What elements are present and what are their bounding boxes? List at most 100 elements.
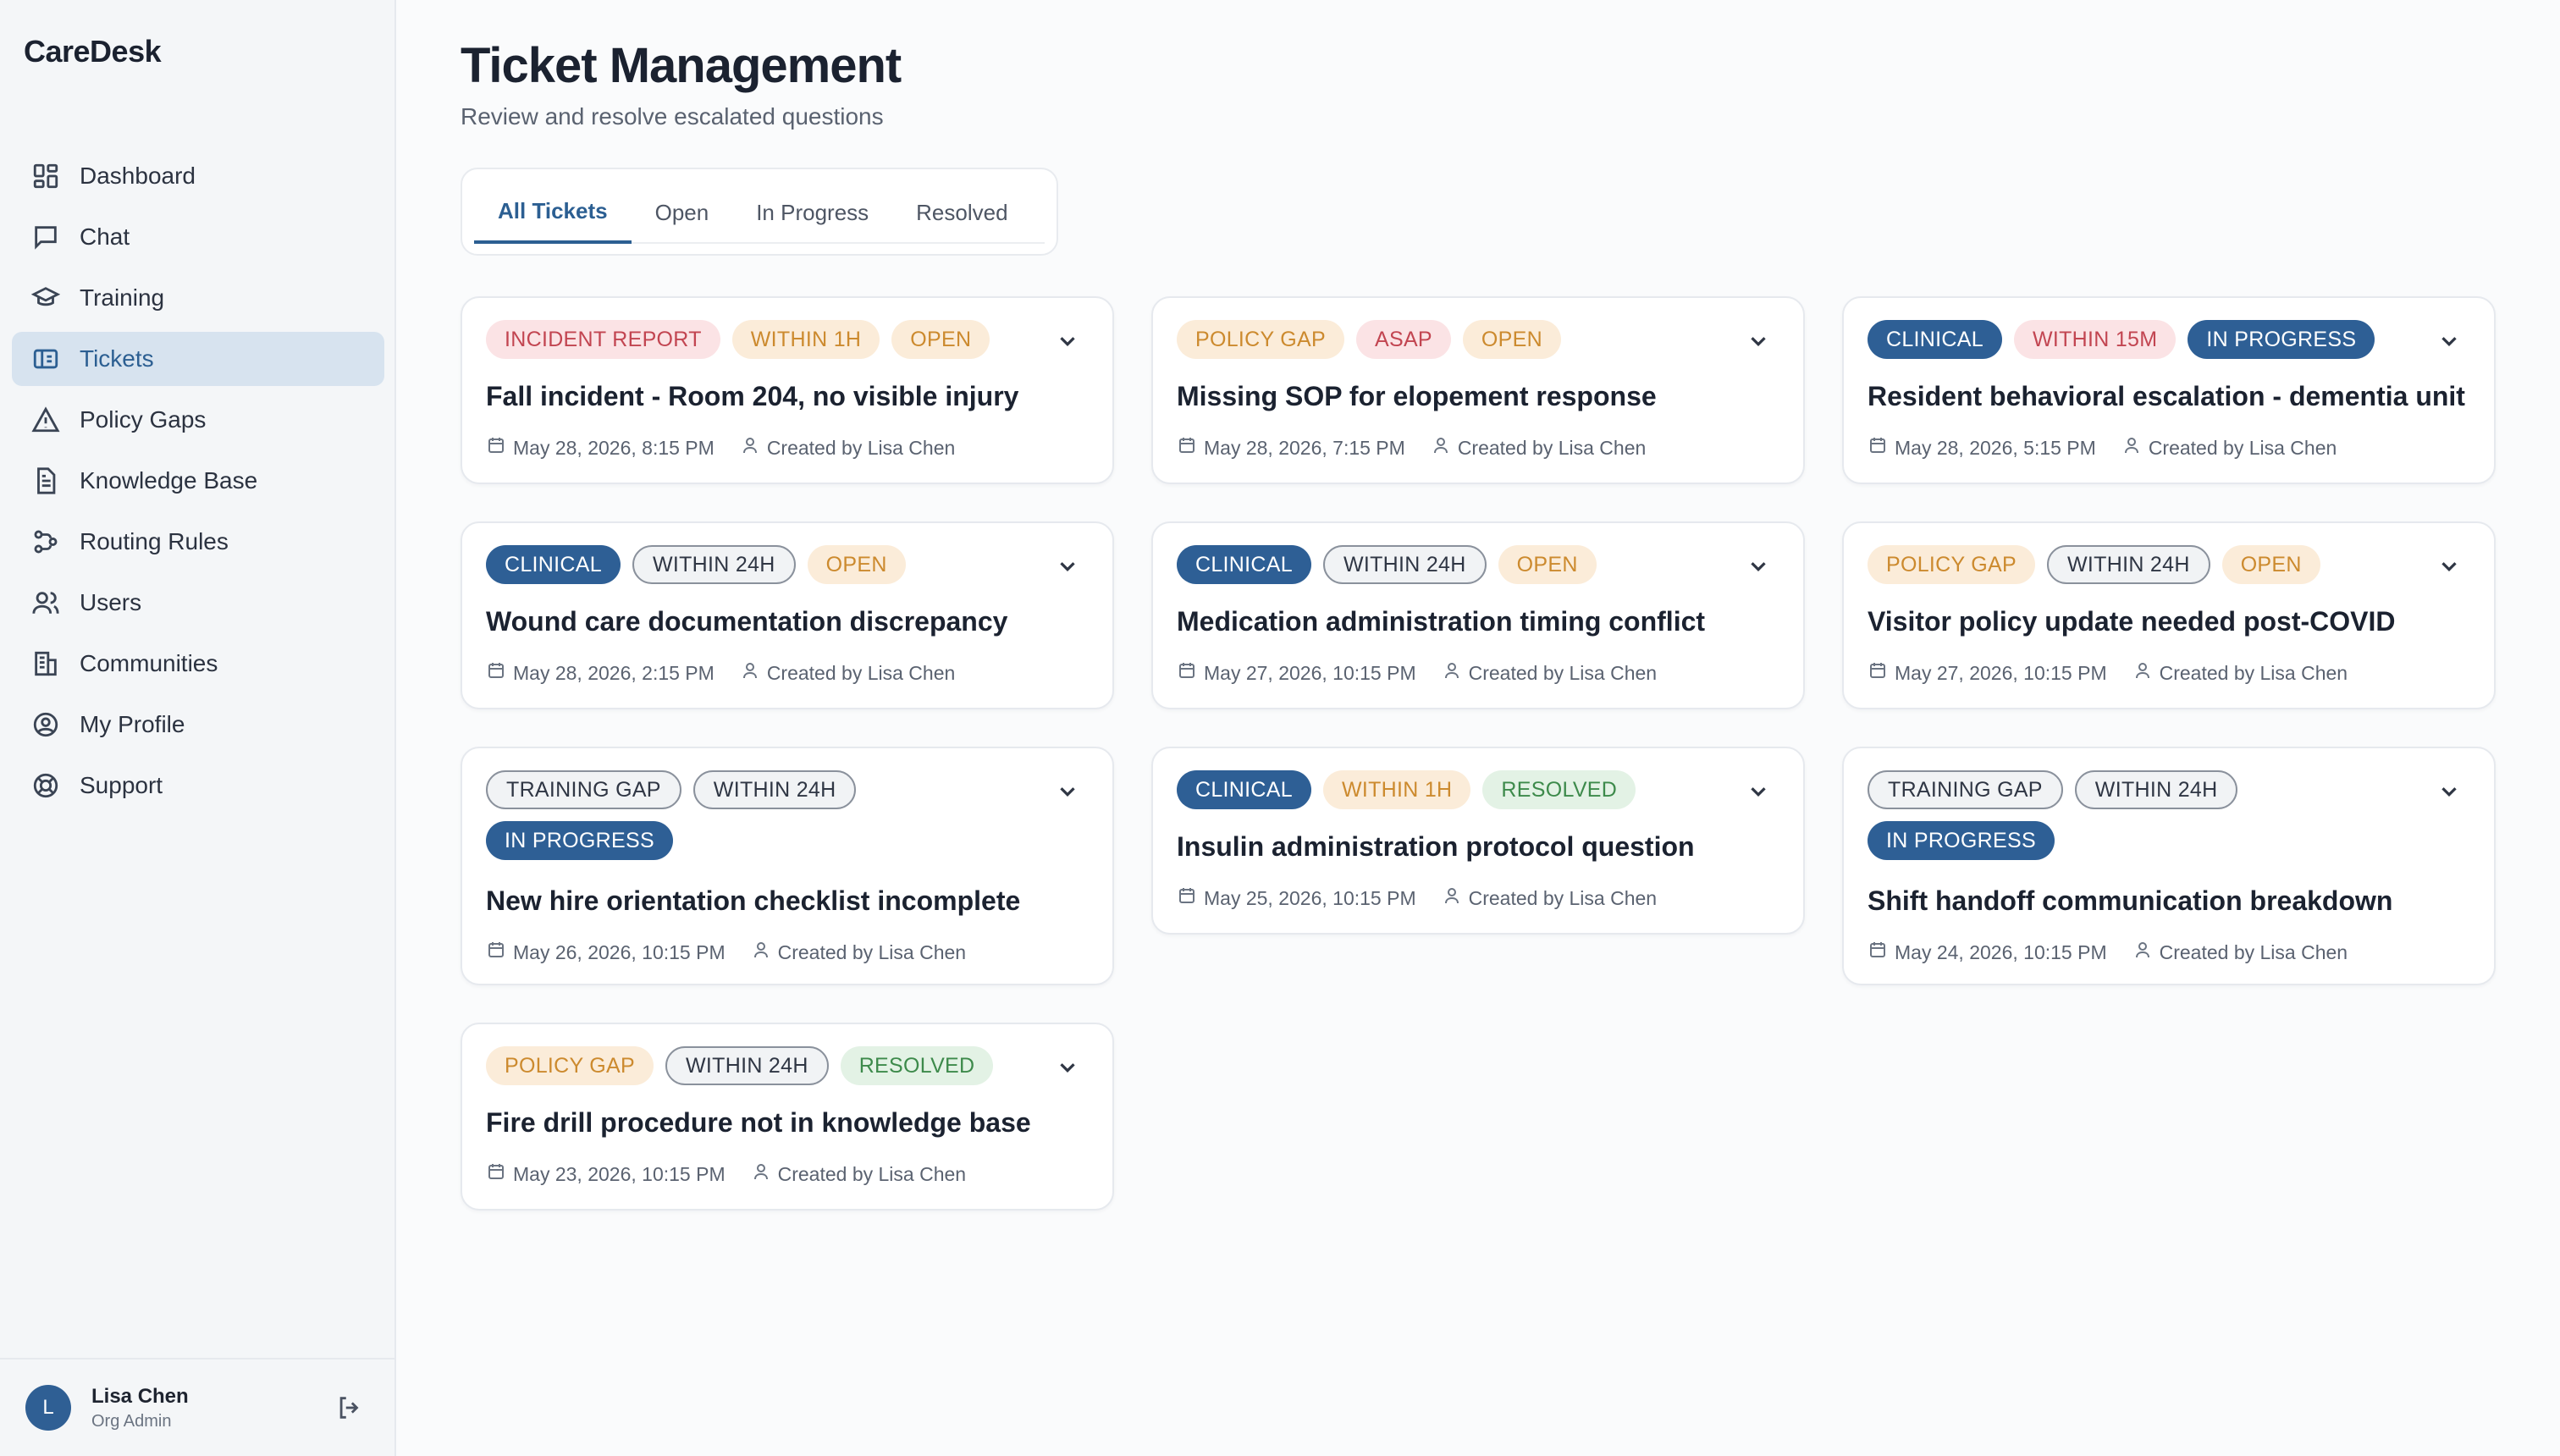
chevron-down-icon[interactable]	[1055, 779, 1080, 804]
ticket-title[interactable]: New hire orientation checklist incomplet…	[486, 885, 1020, 917]
status-badge: RESOLVED	[840, 1046, 994, 1085]
ticket-meta: May 28, 2026, 7:15 PM Created by Lisa Che…	[1177, 435, 1646, 461]
status-badge: OPEN	[1498, 545, 1597, 584]
chevron-down-icon[interactable]	[2436, 779, 2462, 804]
chevron-down-icon[interactable]	[1055, 554, 1080, 579]
status-badge: OPEN	[891, 320, 990, 359]
sidebar-item-label: Routing Rules	[80, 528, 229, 554]
ticket-meta: May 28, 2026, 5:15 PM Created by Lisa Che…	[1868, 435, 2337, 461]
sidebar-item-label: Policy Gaps	[80, 406, 207, 433]
ticket-title[interactable]: Missing SOP for elopement response	[1177, 381, 1657, 412]
ticket-card[interactable]: CLINICAL WITHIN 24H OPEN Medication adminis…	[1151, 521, 1805, 709]
status-badge: WITHIN 1H	[1322, 770, 1471, 809]
ticket-meta: May 27, 2026, 10:15 PM Created by Lisa Ch…	[1177, 660, 1657, 686]
chevron-down-icon[interactable]	[1746, 328, 1771, 354]
sidebar-item-communities[interactable]: Communities	[12, 637, 384, 691]
ticket-card[interactable]: CLINICAL WITHIN 24H OPEN Wound care documen…	[461, 521, 1114, 709]
calendar-icon	[1868, 660, 1895, 686]
ticket-title[interactable]: Insulin administration protocol question	[1177, 831, 1695, 863]
ticket-date: May 27, 2026, 10:15 PM	[1204, 661, 1416, 684]
sidebar-item-support[interactable]: Support	[12, 758, 384, 813]
tab-resolved[interactable]: Resolved	[892, 181, 1031, 244]
sidebar-nav: Dashboard Chat Training Tickets Policy Gaps K…	[12, 149, 384, 819]
ticket-card[interactable]: TRAINING GAP WITHIN 24H IN PROGRESS New hir…	[461, 747, 1114, 985]
ticket-creator: Created by Lisa Chen	[766, 436, 956, 459]
sidebar-item-my-profile[interactable]: My Profile	[12, 698, 384, 752]
ticket-badges: POLICY GAP WITHIN 24H RESOLVED	[486, 1046, 1028, 1085]
user-icon	[751, 1161, 778, 1187]
tab-in-progress[interactable]: In Progress	[732, 181, 892, 244]
ticket-title[interactable]: Shift handoff communication breakdown	[1868, 885, 2392, 917]
ticket-date: May 28, 2026, 8:15 PM	[513, 436, 714, 459]
status-badge: TRAINING GAP	[1868, 770, 2063, 809]
chevron-down-icon[interactable]	[1746, 554, 1771, 579]
ticket-creator: Created by Lisa Chen	[1457, 436, 1647, 459]
logout-icon[interactable]	[335, 1393, 364, 1422]
ticket-meta: May 24, 2026, 10:15 PM Created by Lisa Ch…	[1868, 940, 2348, 965]
status-badge: CLINICAL	[1177, 545, 1311, 584]
status-badge: WITHIN 15M	[2013, 320, 2177, 359]
brand-logo[interactable]: CareDesk	[24, 34, 162, 69]
ticket-title[interactable]: Fall incident - Room 204, no visible inj…	[486, 381, 1018, 412]
ticket-card[interactable]: CLINICAL WITHIN 1H RESOLVED Insulin adminis…	[1151, 747, 1805, 935]
ticket-title[interactable]: Wound care documentation discrepancy	[486, 606, 1007, 637]
sidebar-item-policy-gaps[interactable]: Policy Gaps	[12, 393, 384, 447]
ticket-badges: TRAINING GAP WITHIN 24H IN PROGRESS	[1868, 770, 2409, 860]
ticket-card[interactable]: POLICY GAP WITHIN 24H OPEN Visitor policy u…	[1842, 521, 2496, 709]
sidebar-item-label: My Profile	[80, 711, 185, 737]
chevron-down-icon[interactable]	[1055, 1055, 1080, 1080]
status-badge: TRAINING GAP	[486, 770, 681, 809]
status-badge: OPEN	[807, 545, 906, 584]
chevron-down-icon[interactable]	[2436, 554, 2462, 579]
tab-all-tickets[interactable]: All Tickets	[474, 181, 632, 244]
ticket-date: May 24, 2026, 10:15 PM	[1895, 940, 2107, 963]
ticket-badges: POLICY GAP WITHIN 24H OPEN	[1868, 545, 2409, 584]
user-icon	[2132, 940, 2160, 965]
user-profile-box: L Lisa Chen Org Admin	[0, 1358, 394, 1456]
ticket-card[interactable]: TRAINING GAP WITHIN 24H IN PROGRESS Shift h…	[1842, 747, 2496, 985]
calendar-icon	[1868, 435, 1895, 461]
ticket-title[interactable]: Visitor policy update needed post-COVID	[1868, 606, 2396, 637]
ticket-title[interactable]: Medication administration timing conflic…	[1177, 606, 1705, 637]
user-icon	[2121, 435, 2149, 461]
status-badge: CLINICAL	[486, 545, 621, 584]
ticket-meta: May 28, 2026, 2:15 PM Created by Lisa Che…	[486, 660, 955, 686]
sidebar-item-label: Knowledge Base	[80, 467, 258, 494]
ticket-meta: May 23, 2026, 10:15 PM Created by Lisa Ch…	[486, 1161, 966, 1187]
ticket-badges: CLINICAL WITHIN 15M IN PROGRESS	[1868, 320, 2409, 359]
calendar-icon	[486, 435, 513, 461]
sidebar-item-routing-rules[interactable]: Routing Rules	[12, 515, 384, 569]
sidebar-item-users[interactable]: Users	[12, 576, 384, 630]
sidebar-item-knowledge-base[interactable]: Knowledge Base	[12, 454, 384, 508]
sidebar-item-dashboard[interactable]: Dashboard	[12, 149, 384, 203]
ticket-creator: Created by Lisa Chen	[1468, 886, 1658, 909]
user-icon	[2132, 660, 2160, 686]
tab-open[interactable]: Open	[632, 181, 733, 244]
sidebar-item-chat[interactable]: Chat	[12, 210, 384, 264]
sidebar-item-label: Chat	[80, 223, 130, 250]
sidebar-item-tickets[interactable]: Tickets	[12, 332, 384, 386]
ticket-badges: CLINICAL WITHIN 24H OPEN	[1177, 545, 1719, 584]
ticket-meta: May 27, 2026, 10:15 PM Created by Lisa Ch…	[1868, 660, 2348, 686]
ticket-title[interactable]: Resident behavioral escalation - dementi…	[1868, 381, 2465, 412]
status-badge: ASAP	[1356, 320, 1451, 359]
ticket-meta: May 25, 2026, 10:15 PM Created by Lisa Ch…	[1177, 885, 1657, 911]
ticket-card[interactable]: POLICY GAP WITHIN 24H RESOLVED Fire drill p…	[461, 1023, 1114, 1211]
ticket-card[interactable]: CLINICAL WITHIN 15M IN PROGRESS Resident be…	[1842, 296, 2496, 484]
ticket-card[interactable]: INCIDENT REPORT WITHIN 1H OPEN Fall inciden…	[461, 296, 1114, 484]
user-icon	[1431, 435, 1458, 461]
sidebar-item-training[interactable]: Training	[12, 271, 384, 325]
calendar-icon	[486, 660, 513, 686]
avatar[interactable]: L	[25, 1385, 71, 1431]
ticket-card[interactable]: POLICY GAP ASAP OPEN Missing SOP for elopem…	[1151, 296, 1805, 484]
status-badge: WITHIN 24H	[692, 770, 857, 809]
status-badge: IN PROGRESS	[486, 821, 673, 860]
chevron-down-icon[interactable]	[2436, 328, 2462, 354]
chat-icon	[30, 222, 61, 252]
chevron-down-icon[interactable]	[1746, 779, 1771, 804]
ticket-creator: Created by Lisa Chen	[2159, 661, 2348, 684]
chevron-down-icon[interactable]	[1055, 328, 1080, 354]
ticket-title[interactable]: Fire drill procedure not in knowledge ba…	[486, 1107, 1031, 1139]
ticket-creator: Created by Lisa Chen	[2148, 436, 2337, 459]
user-icon	[740, 660, 767, 686]
